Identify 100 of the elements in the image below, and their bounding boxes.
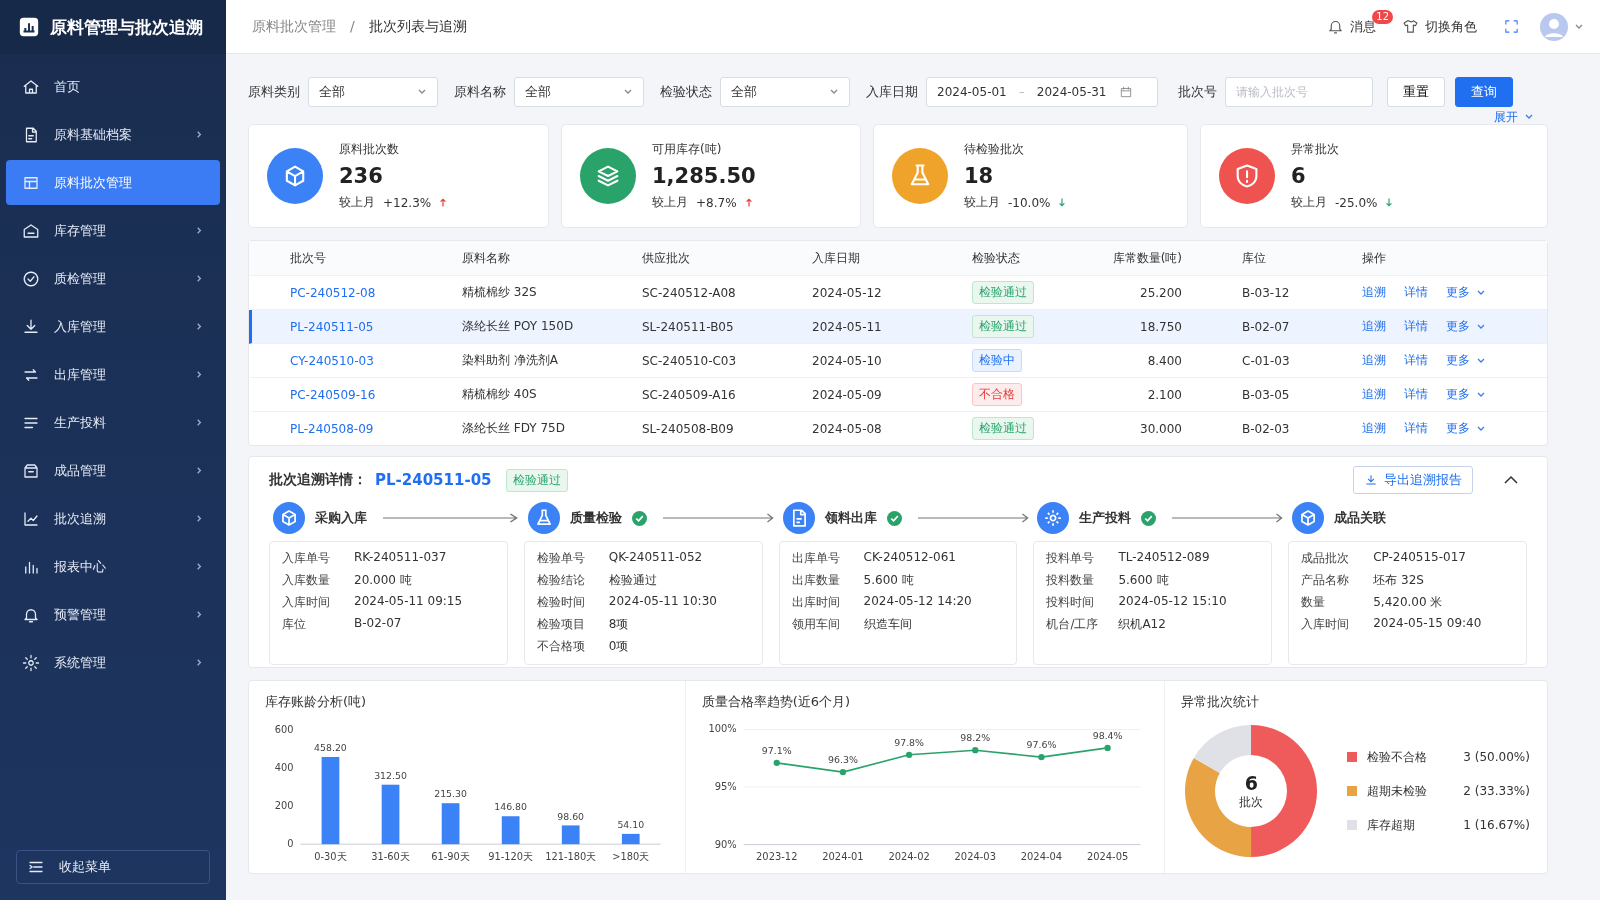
field-value: RK-240511-037	[354, 550, 447, 566]
sidebar-item[interactable]: 入库管理	[6, 304, 220, 349]
table-row[interactable]: CY-240510-03 染料助剂 净洗剂A SC-240510-C03 2024-05-10 检验中 8.400 C-01-03 追溯 详情 更多	[249, 344, 1547, 378]
field-value: 2024-05-12 15:10	[1118, 594, 1227, 610]
field-label: 入库时间	[282, 594, 331, 611]
value-label: 312.50	[374, 769, 407, 781]
action-link[interactable]: 详情	[1404, 386, 1428, 403]
sidebar-item[interactable]: 批次追溯	[6, 496, 220, 541]
axis-label: 0-30天	[314, 850, 347, 862]
action-link[interactable]: 详情	[1404, 352, 1428, 369]
sidebar-item[interactable]: 成品管理	[6, 448, 220, 493]
field-label: 成品批次	[1301, 550, 1351, 567]
table-row[interactable]: PC-240509-16 精梳棉纱 40S SC-240509-A16 2024-05-09 不合格 2.100 B-03-05 追溯 详情 更多	[249, 378, 1547, 412]
axis-label: 600	[274, 723, 294, 735]
status-tag: 检验通过	[972, 315, 1034, 338]
sidebar-item[interactable]: 原料批次管理	[6, 160, 220, 205]
batch-link[interactable]: PC-240512-08	[290, 285, 462, 300]
switch-role-link[interactable]: 切换角色	[1425, 17, 1477, 36]
action-link[interactable]: 追溯	[1362, 386, 1386, 403]
field-label: 检验时间	[536, 594, 586, 611]
action-link[interactable]: 追溯	[1362, 284, 1386, 301]
legend-label: 超期未检验	[1367, 782, 1429, 800]
chevron-up-icon[interactable]	[1503, 475, 1519, 485]
stat-value: 18	[964, 164, 995, 188]
box-icon	[22, 461, 40, 480]
step-title: 质量检验	[569, 509, 622, 527]
table-row[interactable]: PL-240511-05 涤纶长丝 POY 150D SL-240511-B05 2024-05-11 检验通过 18.750 B-02-07 追溯 详情 更多	[249, 310, 1547, 344]
field-label: 检验项目	[536, 616, 586, 633]
date-range-field[interactable]: 2024-05-01 – 2024-05-31	[926, 77, 1158, 107]
filter-label: 检验状态	[660, 83, 712, 101]
axis-label: 95%	[714, 781, 737, 792]
axis-label: 91-120天	[488, 850, 534, 862]
value-label: 96.3%	[827, 754, 858, 766]
sidebar-item[interactable]: 生产投料	[6, 400, 220, 445]
axis-label: 2024-04	[1020, 851, 1062, 863]
axis-label: 100%	[708, 723, 737, 735]
batch-link[interactable]: CY-240510-03	[290, 353, 462, 368]
axis-label: 2024-03	[954, 851, 996, 863]
sidebar-item[interactable]: 首页	[6, 64, 220, 109]
field-value: 5.600 吨	[1118, 572, 1169, 589]
table-cell-text: 涤纶长丝 FDY 75D	[462, 420, 566, 437]
action-link[interactable]: 追溯	[1362, 352, 1386, 369]
batch-link[interactable]: PC-240509-16	[290, 387, 462, 402]
value-label: 215.30	[434, 788, 467, 800]
sidebar-item[interactable]: 系统管理	[6, 640, 220, 685]
reset-button[interactable]: 重置	[1387, 77, 1445, 107]
sidebar-item[interactable]: 预警管理	[6, 592, 220, 637]
more-dropdown[interactable]: 更多	[1446, 284, 1486, 301]
compare-label: 较上月	[652, 194, 688, 211]
legend-swatch	[1347, 786, 1358, 796]
table-row[interactable]: PL-240508-09 涤纶长丝 FDY 75D SL-240508-B09 2024-05-08 检验通过 30.000 B-02-03 追溯 详情 更多	[249, 412, 1547, 445]
batch-link[interactable]: PL-240508-09	[290, 421, 462, 436]
expand-link[interactable]: 展开	[1494, 110, 1534, 124]
sidebar-item[interactable]: 库存管理	[6, 208, 220, 253]
filter-label: 批次号	[1178, 83, 1217, 101]
action-link[interactable]: 详情	[1404, 284, 1428, 301]
bell-icon[interactable]	[1327, 18, 1344, 35]
more-dropdown[interactable]: 更多	[1446, 386, 1486, 403]
column-header: 供应批次	[642, 249, 691, 267]
select-field[interactable]: 全部	[308, 77, 438, 107]
field-value: 检验通过	[608, 572, 657, 589]
field-label: 出库单号	[791, 550, 841, 567]
axis-label: 2024-02	[888, 851, 930, 863]
action-link[interactable]: 追溯	[1362, 420, 1386, 437]
sidebar-item[interactable]: 质检管理	[6, 256, 220, 301]
select-field[interactable]: 全部	[514, 77, 644, 107]
sidebar-item[interactable]: 报表中心	[6, 544, 220, 589]
export-report-button[interactable]: 导出追溯报告	[1353, 466, 1473, 494]
cube-icon	[273, 502, 305, 534]
sidebar-item[interactable]: 出库管理	[6, 352, 220, 397]
table-cell-text: B-03-05	[1242, 387, 1291, 402]
cube-icon	[1292, 502, 1325, 534]
query-button[interactable]: 查询	[1455, 77, 1513, 107]
batch-link[interactable]: PL-240511-05	[290, 319, 462, 334]
field-label: 入库数量	[282, 572, 331, 589]
batch-number-input[interactable]: 请输入批次号	[1225, 77, 1373, 107]
field-value: 2024-05-15 09:40	[1373, 616, 1482, 632]
collapse-menu-button[interactable]: 收起菜单	[16, 850, 210, 884]
legend-label: 库存超期	[1367, 816, 1417, 834]
action-link[interactable]: 追溯	[1362, 318, 1386, 335]
step-title: 成品关联	[1334, 509, 1387, 527]
table-cell-text: SC-240510-C03	[642, 353, 738, 368]
more-dropdown[interactable]: 更多	[1446, 352, 1486, 369]
sidebar-item[interactable]: 原料基础档案	[6, 112, 220, 157]
fullscreen-icon[interactable]	[1503, 18, 1520, 35]
table-cell-text: 精梳棉纱 32S	[462, 284, 538, 301]
more-dropdown[interactable]: 更多	[1446, 420, 1486, 437]
select-field[interactable]: 全部	[720, 77, 850, 107]
action-link[interactable]: 详情	[1404, 318, 1428, 335]
breadcrumb-item[interactable]: 原料批次管理	[252, 17, 336, 36]
field-value: QK-240511-052	[608, 550, 703, 566]
compare-label: 较上月	[964, 194, 1000, 211]
filter-label: 原料名称	[454, 83, 506, 101]
action-link[interactable]: 详情	[1404, 420, 1428, 437]
axis-label: 2024-01	[821, 851, 864, 863]
table-cell-text: SL-240511-B05	[642, 319, 735, 334]
value-label: 97.6%	[1026, 739, 1057, 751]
more-dropdown[interactable]: 更多	[1446, 318, 1486, 335]
shirt-icon[interactable]	[1402, 18, 1419, 35]
value-label: 98.2%	[960, 732, 990, 744]
